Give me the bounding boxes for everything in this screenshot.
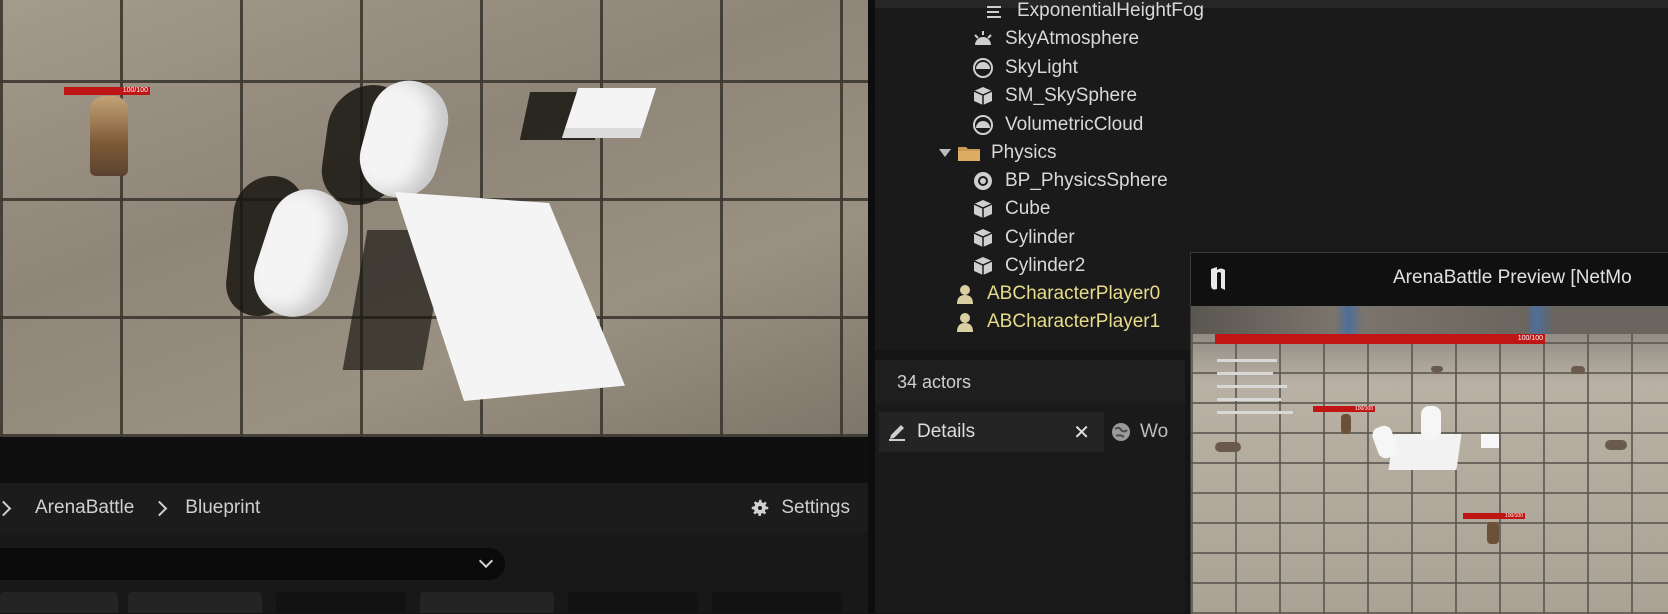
player-character[interactable] bbox=[90, 96, 128, 176]
outliner-item-label: ExponentialHeightFog bbox=[1017, 0, 1204, 21]
player-health-bar: 100/100 bbox=[1215, 334, 1545, 344]
outliner-item-label: Cylinder bbox=[1005, 227, 1075, 248]
tab-world-settings[interactable]: Wo bbox=[1110, 412, 1190, 452]
content-browser-path-bar: ArenaBattle Blueprint Settings bbox=[0, 483, 868, 533]
outliner-item-label: Cylinder2 bbox=[1005, 255, 1086, 276]
settings-label: Settings bbox=[781, 497, 850, 518]
asset-tile[interactable] bbox=[0, 592, 118, 613]
character-health-bar: 100/100 bbox=[64, 87, 150, 95]
enemy-character[interactable] bbox=[1341, 414, 1351, 434]
close-icon[interactable]: ✕ bbox=[1073, 420, 1090, 445]
outliner-item-skylight[interactable]: SkyLight bbox=[971, 53, 1078, 83]
static-mesh-icon bbox=[971, 255, 995, 277]
outliner-item-cube[interactable]: Cube bbox=[971, 194, 1050, 224]
blueprint-sphere-icon bbox=[971, 170, 995, 192]
tab-world-settings-label: Wo bbox=[1140, 421, 1169, 442]
outliner-item-label: Cube bbox=[1005, 198, 1051, 219]
rock bbox=[1215, 442, 1241, 452]
cube-mesh[interactable] bbox=[561, 88, 657, 138]
asset-tile[interactable] bbox=[568, 592, 698, 613]
chevron-down-icon bbox=[478, 553, 494, 569]
preview-mesh-cylinder bbox=[1421, 406, 1441, 440]
viewport-bottom-strip bbox=[0, 437, 868, 483]
outliner-item-label: BP_PhysicsSphere bbox=[1005, 170, 1168, 191]
path-dropdown[interactable] bbox=[0, 548, 505, 580]
tab-details-label: Details bbox=[917, 421, 976, 442]
outliner-item-abcharacterplayer1[interactable]: ABCharacterPlayer1 bbox=[953, 307, 1160, 337]
outliner-item-cylinder2[interactable]: Cylinder2 bbox=[971, 251, 1085, 281]
cloud-icon bbox=[971, 114, 995, 136]
asset-tile[interactable] bbox=[128, 592, 262, 613]
rock bbox=[1431, 366, 1443, 372]
outliner-item-label: SkyAtmosphere bbox=[1005, 28, 1140, 49]
character-icon bbox=[953, 311, 977, 333]
enemy-character[interactable] bbox=[1487, 522, 1499, 544]
unreal-logo-icon bbox=[1201, 261, 1237, 297]
asset-tile[interactable] bbox=[420, 592, 554, 613]
preview-title-bar[interactable]: ArenaBattle Preview [NetMo bbox=[1191, 253, 1668, 305]
sky-light-icon bbox=[971, 57, 995, 79]
expand-arrow-icon[interactable] bbox=[939, 149, 951, 157]
outliner-item-label: ABCharacterPlayer0 bbox=[987, 283, 1161, 304]
fog-icon bbox=[983, 0, 1007, 22]
outliner-item-label: SM_SkySphere bbox=[1005, 85, 1138, 106]
outliner-item-bp-physicssphere[interactable]: BP_PhysicsSphere bbox=[971, 166, 1168, 196]
pie-preview-window[interactable]: ArenaBattle Preview [NetMo 100/100 100/1… bbox=[1190, 252, 1668, 614]
preview-mesh-cube bbox=[1481, 434, 1499, 448]
outliner-item-skyatmosphere[interactable]: SkyAtmosphere bbox=[971, 24, 1139, 54]
asset-tile[interactable] bbox=[276, 592, 406, 613]
player-health-text: 100/100 bbox=[1517, 335, 1543, 342]
character-health-text: 100/100 bbox=[122, 87, 148, 94]
static-mesh-icon bbox=[971, 227, 995, 249]
level-viewport[interactable]: 100/100 bbox=[0, 0, 868, 437]
outliner-item-label: Physics bbox=[991, 142, 1057, 163]
outliner-item-abcharacterplayer0[interactable]: ABCharacterPlayer0 bbox=[953, 279, 1160, 309]
outliner-item-label: ABCharacterPlayer1 bbox=[987, 311, 1161, 332]
rock bbox=[1605, 440, 1627, 450]
static-mesh-icon bbox=[971, 198, 995, 220]
outliner-item-volumetriccloud[interactable]: VolumetricCloud bbox=[971, 110, 1143, 140]
sky-atmosphere-icon bbox=[971, 28, 995, 50]
preview-title: ArenaBattle Preview [NetMo bbox=[1393, 267, 1632, 288]
outliner-item-exponentialheightfog[interactable]: ExponentialHeightFog bbox=[983, 0, 1204, 26]
breadcrumb-chevron-icon[interactable] bbox=[0, 500, 12, 516]
breadcrumb-item-blueprint[interactable]: Blueprint bbox=[185, 497, 260, 519]
gear-icon bbox=[752, 499, 769, 516]
tab-details[interactable]: Details ✕ bbox=[879, 412, 1104, 452]
enemy-health-bar: 100/100 bbox=[1463, 513, 1525, 519]
breadcrumb-item-arenabattle[interactable]: ArenaBattle bbox=[35, 497, 134, 519]
pencil-icon bbox=[887, 422, 907, 442]
character-icon bbox=[953, 283, 977, 305]
outliner-item-label: SkyLight bbox=[1005, 57, 1078, 78]
rock bbox=[1571, 366, 1585, 374]
enemy-health-text: 100/100 bbox=[1354, 406, 1373, 412]
outliner-item-physics-folder[interactable]: Physics bbox=[939, 138, 1056, 168]
globe-icon bbox=[1110, 421, 1132, 443]
static-mesh-icon bbox=[971, 85, 995, 107]
preview-game-view[interactable]: 100/100 100/100 100/100 bbox=[1191, 306, 1668, 614]
panel-divider[interactable] bbox=[868, 0, 875, 613]
outliner-item-cylinder[interactable]: Cylinder bbox=[971, 223, 1075, 253]
outliner-item-sm-skysphere[interactable]: SM_SkySphere bbox=[971, 81, 1137, 111]
actor-count: 34 actors bbox=[875, 360, 1185, 404]
asset-tile[interactable] bbox=[712, 592, 842, 613]
breadcrumb-chevron-icon bbox=[152, 500, 168, 516]
enemy-health-text: 100/100 bbox=[1504, 513, 1523, 519]
folder-icon bbox=[957, 142, 981, 164]
outliner-item-label: VolumetricCloud bbox=[1005, 114, 1144, 135]
stats-panel bbox=[1217, 356, 1297, 418]
settings-button[interactable]: Settings bbox=[749, 483, 850, 533]
arena-wall bbox=[1191, 306, 1668, 334]
enemy-health-bar: 100/100 bbox=[1313, 406, 1375, 412]
